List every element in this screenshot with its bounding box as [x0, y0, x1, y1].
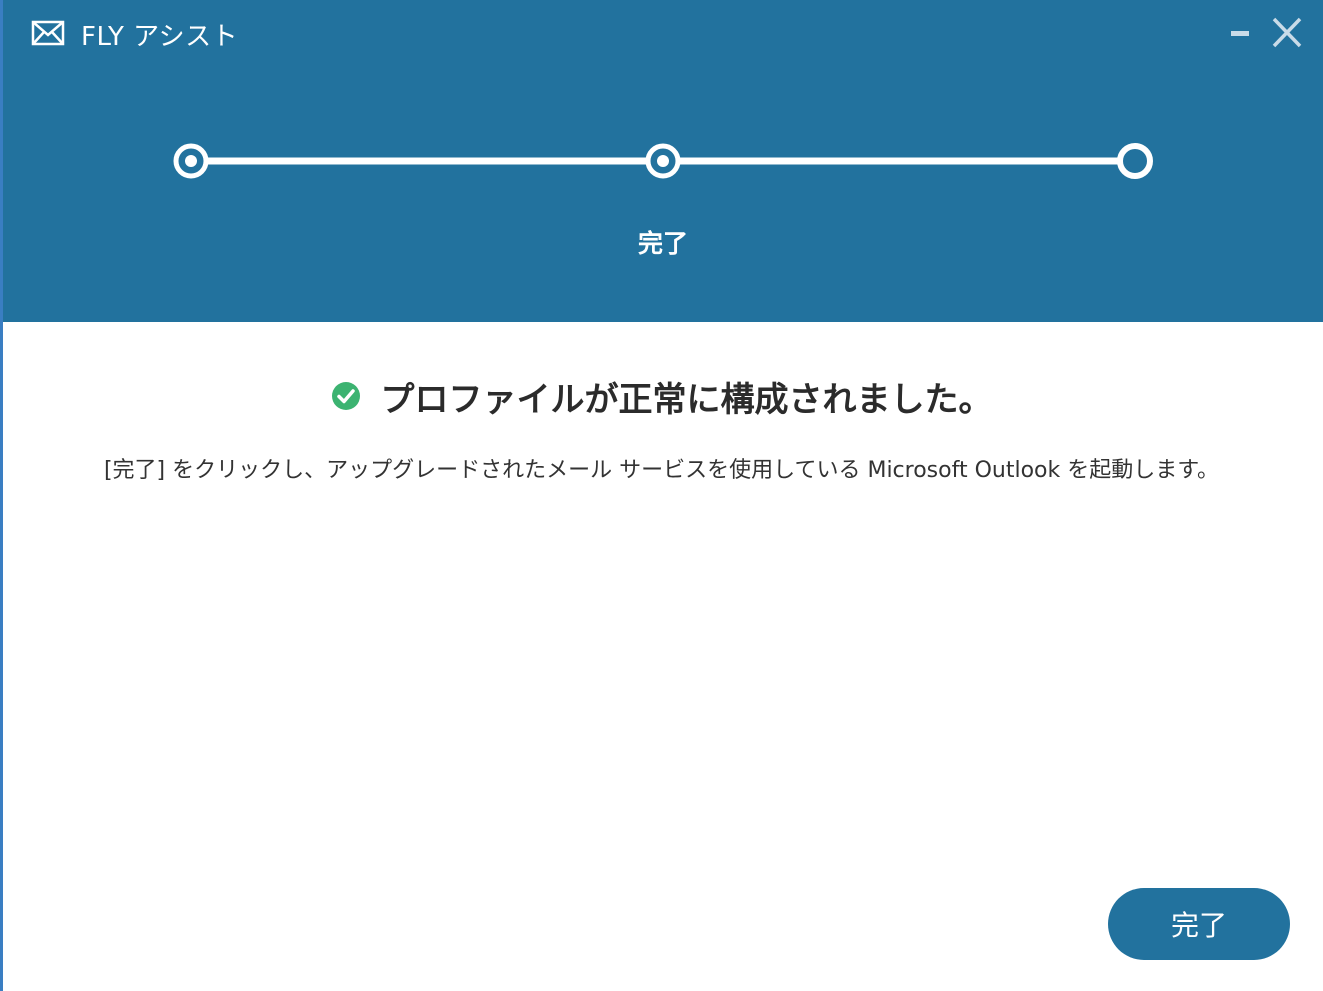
instruction-text: [完了] をクリックし、アップグレードされたメール サービスを使用している Mi…: [103, 458, 1220, 483]
current-step-label: 完了: [637, 229, 688, 258]
step-2-marker: [645, 143, 681, 179]
header: FLY アシスト 完了: [3, 0, 1323, 322]
success-message-row: プロファイルが正常に構成されました。: [0, 368, 1323, 424]
step-3-marker: [1117, 143, 1153, 179]
step-1-marker: [173, 143, 209, 179]
finish-button[interactable]: 完了: [1108, 888, 1290, 960]
progress-stepper: [173, 143, 1153, 179]
success-heading: プロファイルが正常に構成されました。: [380, 379, 993, 420]
check-circle-icon: [331, 382, 360, 410]
